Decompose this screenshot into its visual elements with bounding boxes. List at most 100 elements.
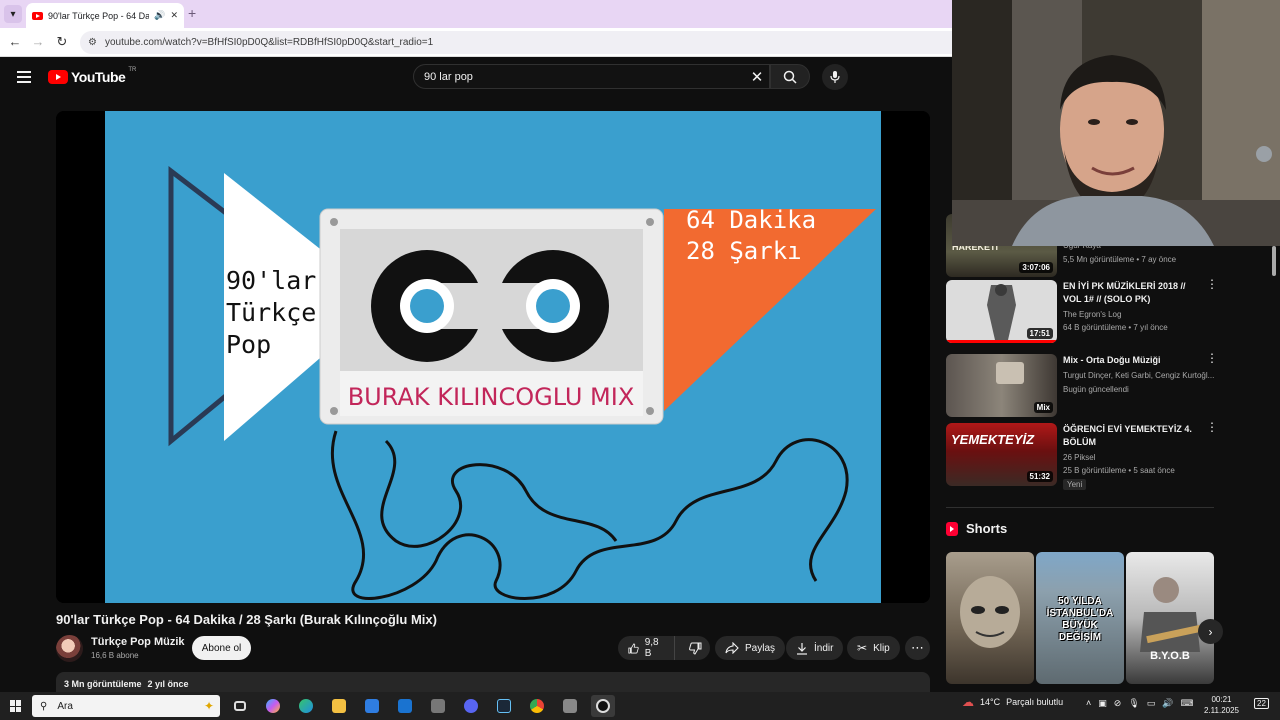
short-thumbnail — [960, 576, 1020, 648]
channel-name: The Egron's Log — [1063, 310, 1122, 319]
tray-app-icon[interactable]: ▣ — [1098, 698, 1107, 709]
short-card[interactable]: 50 YILDA İSTANBUL'DA BÜYÜK DEĞİŞİM — [1036, 552, 1124, 684]
short-card[interactable]: B.Y.O.B — [1126, 552, 1214, 684]
short-caption: 50 YILDA İSTANBUL'DA BÜYÜK DEĞİŞİM — [1046, 596, 1114, 643]
short-card[interactable] — [946, 552, 1034, 684]
file-explorer-icon[interactable] — [327, 695, 351, 717]
new-tab-button[interactable]: + — [188, 5, 196, 21]
outlook-icon[interactable] — [393, 695, 417, 717]
video-meta: 5,5 Mn görüntüleme • 7 ay önce — [1063, 255, 1177, 264]
recommended-video[interactable]: YEMEKTEYİZ 51:32 ÖĞRENCİ EVİ YEMEKTEYİZ … — [946, 421, 1218, 490]
recommended-mix[interactable]: Mix Mix - Orta Doğu Müziği Turgut Dinçer… — [946, 352, 1218, 418]
tray-app-icon[interactable]: ⊘ — [1114, 698, 1122, 709]
weather-widget[interactable]: ☁ 14°C Parçalı bulutlu — [962, 695, 1063, 709]
thumbnail-text-line-1: 90'lar — [226, 266, 316, 295]
menu-icon[interactable] — [17, 71, 31, 83]
duration-banner-text: 64 Dakika — [686, 206, 816, 234]
more-actions-button[interactable]: ⋯ — [905, 636, 930, 660]
share-icon — [725, 642, 739, 654]
start-button[interactable] — [10, 700, 22, 712]
more-options-icon[interactable]: ⋮ — [1206, 352, 1218, 364]
video-meta: 64 B görüntüleme • 7 yıl önce — [1063, 323, 1168, 332]
recommended-video[interactable]: 17:51 EN İYİ PK MÜZİKLERİ 2018 // VOL 1#… — [946, 278, 1218, 344]
clip-label: Klip — [873, 642, 890, 654]
steam-icon[interactable] — [492, 695, 516, 717]
system-tray: ˄ ▣ ⊘ 🎙 ▭ 🔊 ⌨ — [1086, 698, 1194, 709]
like-button[interactable]: 9,8 B — [618, 636, 675, 660]
scissors-icon: ✂ — [857, 641, 868, 655]
notification-badge[interactable]: 22 — [1254, 698, 1269, 709]
upload-age: 2 yıl önce — [147, 679, 189, 689]
clock[interactable]: 00:21 2.11.2025 — [1204, 694, 1239, 716]
channel-name[interactable]: Türkçe Pop Müzik — [91, 636, 185, 648]
video-thumbnail: YEMEKTEYİZ 51:32 — [946, 423, 1057, 486]
more-options-icon[interactable]: ⋮ — [1206, 421, 1218, 433]
weather-icon: ☁ — [962, 695, 974, 709]
copilot-icon[interactable] — [261, 695, 285, 717]
forward-button[interactable]: → — [29, 33, 47, 51]
video-player[interactable]: 90'lar Türkçe Pop 64 Dakika 28 Şarkı BUR… — [56, 111, 930, 603]
edge-icon[interactable] — [294, 695, 318, 717]
webcam-overlay — [952, 0, 1280, 246]
obs-icon[interactable] — [591, 695, 615, 717]
back-button[interactable]: ← — [6, 33, 24, 51]
share-label: Paylaş — [745, 642, 776, 654]
language-icon[interactable]: ⌨ — [1181, 698, 1194, 709]
clip-button[interactable]: ✂ Klip — [847, 636, 900, 660]
youtube-logo[interactable]: YouTube TR — [48, 67, 137, 85]
temperature: 14°C — [980, 697, 1001, 707]
close-tab-icon[interactable]: ✕ — [170, 10, 178, 21]
speaker-icon[interactable]: 🔊 — [154, 10, 165, 21]
description-box[interactable]: 3 Mn görüntüleme 2 yıl önce — [56, 672, 930, 692]
taskbar-search[interactable]: ⚲ Ara ✦ — [32, 695, 220, 717]
search-button[interactable] — [770, 64, 810, 89]
chrome-icon[interactable] — [525, 695, 549, 717]
song-count-banner-text: 28 Şarkı — [686, 237, 802, 265]
chevron-up-icon[interactable]: ˄ — [1086, 698, 1091, 709]
video-meta: 25 B görüntüleme • 5 saat önce — [1063, 466, 1175, 475]
site-info-icon[interactable]: ⚙ — [88, 37, 97, 48]
channel-avatar[interactable] — [56, 635, 83, 662]
thumbs-down-icon — [689, 642, 702, 655]
sidebar-scrollbar[interactable] — [1272, 246, 1276, 276]
youtube-favicon-icon — [32, 11, 43, 20]
browser-tab[interactable]: 90'lar Türkçe Pop - 64 Dakik 🔊 ✕ — [26, 3, 184, 28]
search-input[interactable]: 90 lar pop ✕ — [413, 64, 770, 89]
task-view-icon[interactable] — [228, 695, 252, 717]
watch-progress — [946, 340, 1057, 343]
tab-search-button[interactable]: ▾ — [4, 5, 22, 23]
clear-search-icon[interactable]: ✕ — [745, 68, 769, 86]
shorts-next-button[interactable]: › — [1198, 619, 1223, 644]
dislike-button[interactable] — [681, 636, 710, 660]
video-meta: Bugün güncellendi — [1063, 385, 1129, 394]
url-text: youtube.com/watch?v=BfHfSI0pD0Q&list=RDB… — [104, 37, 434, 48]
microphone-icon[interactable]: 🎙 — [1128, 698, 1139, 709]
network-icon[interactable]: ▭ — [1147, 698, 1156, 709]
screen: ▾ 90'lar Türkçe Pop - 64 Dakik 🔊 ✕ + ← →… — [0, 0, 1280, 720]
view-count: 3 Mn görüntüleme — [64, 679, 142, 689]
subscribe-button[interactable]: Abone ol — [192, 636, 251, 660]
address-bar[interactable]: ⚙ youtube.com/watch?v=BfHfSI0pD0Q&list=R… — [80, 31, 952, 54]
duration-badge: 17:51 — [1026, 328, 1053, 339]
shorts-title: Shorts — [966, 521, 1008, 536]
thumbs-up-icon — [628, 643, 639, 653]
region-code: TR — [128, 67, 137, 73]
volume-icon[interactable]: 🔊 — [1162, 698, 1173, 709]
video-frame: 90'lar Türkçe Pop 64 Dakika 28 Şarkı BUR… — [56, 111, 930, 603]
voice-search-button[interactable] — [822, 64, 848, 90]
duration-badge: 3:07:06 — [1019, 262, 1053, 273]
app-icon[interactable] — [426, 695, 450, 717]
reload-button[interactable]: ↻ — [53, 33, 71, 51]
store-icon[interactable] — [360, 695, 384, 717]
more-options-icon[interactable]: ⋮ — [1206, 278, 1218, 290]
video-title: Mix - Orta Doğu Müziği — [1063, 355, 1161, 365]
discord-icon[interactable] — [459, 695, 483, 717]
app-icon[interactable] — [558, 695, 582, 717]
video-title: EN İYİ PK MÜZİKLERİ 2018 // VOL 1# // (S… — [1063, 281, 1186, 304]
channel-name: 26 Piksel — [1063, 453, 1096, 462]
share-button[interactable]: Paylaş — [715, 636, 786, 660]
browser-tabbar: ▾ 90'lar Türkçe Pop - 64 Dakik 🔊 ✕ + — [0, 0, 952, 28]
date: 2.11.2025 — [1204, 706, 1239, 715]
search-icon — [783, 70, 797, 84]
download-button[interactable]: İndir — [786, 636, 844, 660]
